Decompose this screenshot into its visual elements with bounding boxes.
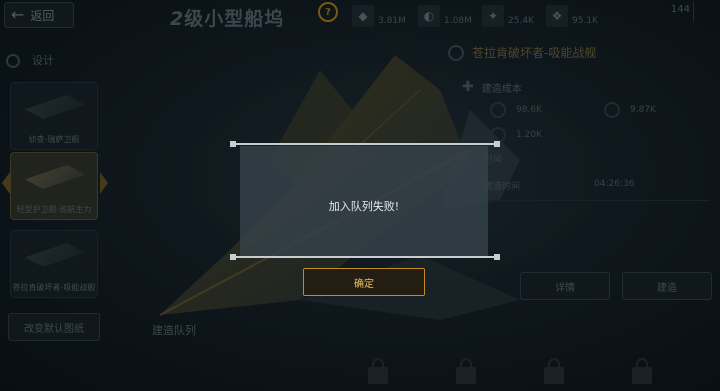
dialog-body: 加入队列失败! — [240, 146, 488, 256]
dialog-message: 加入队列失败! — [328, 200, 400, 213]
error-dialog: 加入队列失败! — [230, 140, 500, 260]
confirm-button[interactable]: 确定 — [303, 268, 425, 296]
dialog-bottom-border — [230, 254, 500, 260]
dialog-top-border — [230, 141, 500, 147]
